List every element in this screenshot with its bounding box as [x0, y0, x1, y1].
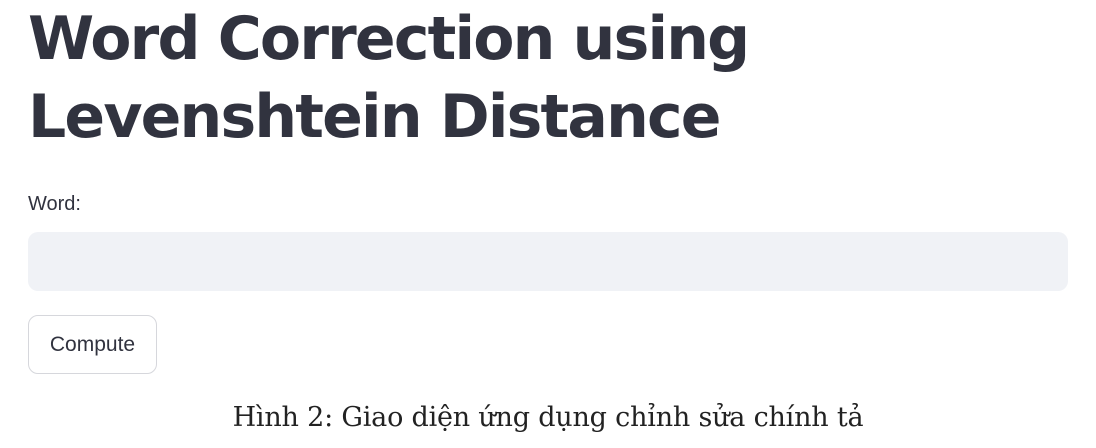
word-field-label: Word:: [28, 193, 81, 215]
page-title: Word Correction using Levenshtein Distan…: [28, 4, 750, 152]
word-input[interactable]: [28, 232, 1068, 291]
page: Word Correction using Levenshtein Distan…: [0, 0, 1096, 448]
figure-caption: Hình 2: Giao diện ứng dụng chỉnh sửa chí…: [232, 402, 864, 433]
compute-button[interactable]: Compute: [28, 315, 157, 374]
app-container: Word Correction using Levenshtein Distan…: [28, 0, 1068, 374]
